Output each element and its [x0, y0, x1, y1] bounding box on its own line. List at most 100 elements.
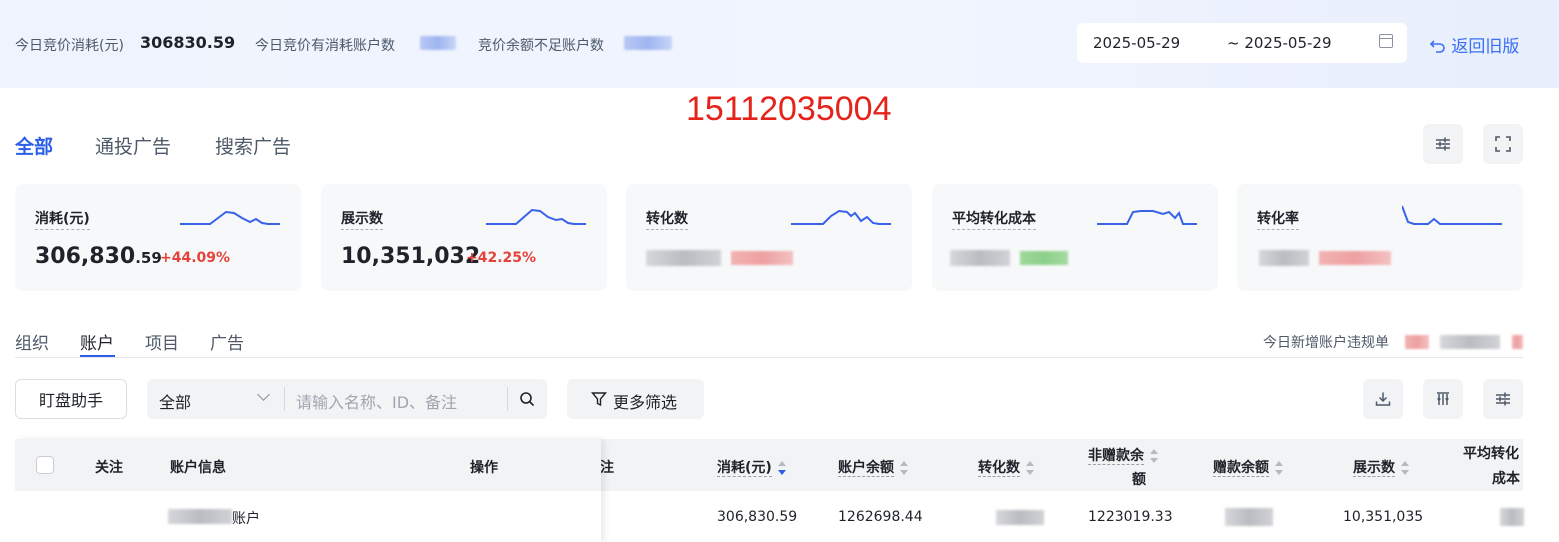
- account-name-redacted: [168, 509, 232, 524]
- search-icon[interactable]: [519, 391, 535, 407]
- col-cost[interactable]: 消耗(元): [717, 457, 786, 477]
- col-action: 操作: [470, 460, 498, 476]
- overlay-phone-number: 15112035004: [686, 90, 892, 128]
- date-start[interactable]: 2025-05-29: [1093, 34, 1180, 52]
- active-accounts-value-redacted: [420, 36, 456, 50]
- col-impressions[interactable]: 展示数: [1353, 457, 1409, 477]
- date-range-picker[interactable]: 2025-05-29 ~ 2025-05-29: [1077, 23, 1407, 63]
- metric-value-redacted: [1259, 250, 1309, 266]
- col-non-gift-balance[interactable]: 非赠款余: [1088, 445, 1158, 465]
- more-filters-button[interactable]: 更多筛选: [567, 379, 704, 419]
- column-settings-button[interactable]: [1423, 379, 1463, 419]
- cell-impressions: 10,351,035: [1343, 509, 1424, 525]
- tab-project[interactable]: 项目: [145, 329, 179, 354]
- tab-feed-ads[interactable]: 通投广告: [95, 132, 171, 159]
- cell-balance: 1262698.44: [838, 509, 923, 525]
- today-cost-label: 今日竞价消耗(元): [15, 38, 124, 54]
- metric-card-conversion-rate[interactable]: 转化率: [1237, 184, 1523, 291]
- sparkline: [1097, 210, 1197, 225]
- metric-value-redacted: [646, 250, 721, 266]
- chevron-down-icon[interactable]: [257, 388, 270, 401]
- metric-value-redacted: [950, 250, 1010, 266]
- metric-delta-redacted: [1020, 251, 1068, 265]
- back-to-old-version-link[interactable]: 返回旧版: [1429, 32, 1520, 57]
- select-all-checkbox[interactable]: [36, 456, 54, 474]
- metric-card-cost[interactable]: 消耗(元) 306,830.59 +44.09%: [15, 184, 301, 291]
- col-conversions[interactable]: 转化数: [978, 457, 1034, 477]
- col-balance[interactable]: 账户余额: [838, 457, 908, 477]
- sparkline: [180, 210, 280, 225]
- tab-organization[interactable]: 组织: [15, 329, 49, 354]
- sort-icon: [1275, 461, 1283, 475]
- col-account-info: 账户信息: [170, 460, 226, 476]
- sort-icon: [1401, 461, 1409, 475]
- metric-value: 10,351,032: [341, 244, 481, 269]
- cell-avg-cost-redacted: [1500, 508, 1524, 526]
- sparkline: [791, 209, 891, 225]
- divider: [284, 387, 285, 411]
- violation-value-redacted: [1440, 335, 1500, 349]
- metric-card-conversions[interactable]: 转化数: [626, 184, 912, 291]
- cell-cost: 306,830.59: [717, 509, 798, 525]
- active-accounts-label: 今日竞价有消耗账户数: [255, 38, 395, 54]
- sort-icon: [900, 461, 908, 475]
- tabs-divider: [15, 357, 1523, 358]
- low-balance-value-redacted: [624, 36, 672, 50]
- search-input[interactable]: 请输入名称、ID、备注: [296, 389, 457, 413]
- metric-label: 平均转化成本: [952, 208, 1036, 230]
- table-settings-button[interactable]: [1483, 379, 1523, 419]
- violation-label: 今日新增账户违规单: [1263, 335, 1389, 351]
- fullscreen-button[interactable]: [1483, 124, 1523, 164]
- back-link-label: 返回旧版: [1451, 37, 1520, 57]
- metric-label: 消耗(元): [35, 208, 90, 230]
- frozen-columns: 关注 账户信息 操作 账户: [15, 439, 601, 542]
- more-filters-label: 更多筛选: [613, 393, 678, 412]
- sort-icon: [777, 461, 786, 475]
- date-end[interactable]: ~ 2025-05-29: [1227, 34, 1332, 52]
- today-cost-value: 306830.59: [140, 33, 236, 52]
- download-button[interactable]: [1363, 379, 1403, 419]
- col-avg-cost[interactable]: 平均转化: [1463, 443, 1519, 463]
- tab-account[interactable]: 账户: [80, 329, 114, 354]
- sparkline: [1402, 205, 1502, 225]
- metric-label: 转化数: [646, 208, 688, 230]
- col-follow: 关注: [95, 460, 123, 476]
- metric-value: 306,830.59: [35, 244, 162, 269]
- col-note-partial: 注: [600, 460, 614, 476]
- download-icon: [1375, 392, 1391, 406]
- scope-select[interactable]: 全部: [159, 389, 191, 413]
- metric-card-avg-cost[interactable]: 平均转化成本: [932, 184, 1218, 291]
- metric-delta: +42.25%: [466, 250, 537, 266]
- sliders-icon: [1436, 137, 1450, 151]
- cell-non-gift-balance: 1223019.33: [1088, 509, 1173, 525]
- calendar-icon[interactable]: [1379, 34, 1393, 48]
- search-group: 全部 请输入名称、ID、备注: [147, 379, 547, 419]
- violation-count-redacted: [1405, 335, 1429, 349]
- metric-card-impressions[interactable]: 展示数 10,351,032 +42.25%: [321, 184, 607, 291]
- metric-label: 展示数: [341, 208, 383, 230]
- account-name-suffix[interactable]: 账户: [232, 508, 260, 528]
- col-avg-cost-line2: 成本: [1492, 471, 1520, 487]
- summary-bar: 今日竞价消耗(元) 306830.59 今日竞价有消耗账户数 竞价余额不足账户数…: [0, 0, 1559, 88]
- sort-icon: [1026, 461, 1034, 475]
- col-non-gift-balance-line2: 额: [1132, 472, 1146, 488]
- sparkline: [486, 208, 586, 225]
- tab-all[interactable]: 全部: [15, 132, 53, 159]
- low-balance-label: 竞价余额不足账户数: [478, 38, 604, 54]
- fullscreen-icon: [1495, 136, 1511, 152]
- table-row[interactable]: 账户: [15, 491, 601, 542]
- divider: [507, 387, 508, 411]
- columns-icon: [1437, 392, 1449, 405]
- cell-gift-balance-redacted: [1225, 508, 1273, 526]
- tab-search-ads[interactable]: 搜索广告: [215, 132, 291, 159]
- filter-icon: [591, 392, 607, 407]
- watch-assistant-button[interactable]: 盯盘助手: [15, 379, 127, 419]
- sliders-icon: [1496, 392, 1510, 406]
- settings-button[interactable]: [1423, 124, 1463, 164]
- tab-ad[interactable]: 广告: [210, 329, 244, 354]
- cell-conversions-redacted: [996, 510, 1044, 525]
- violation-extra-redacted: [1512, 335, 1523, 349]
- metric-label: 转化率: [1257, 208, 1299, 230]
- metric-delta-redacted: [1319, 251, 1391, 265]
- col-gift-balance[interactable]: 赠款余额: [1213, 457, 1283, 477]
